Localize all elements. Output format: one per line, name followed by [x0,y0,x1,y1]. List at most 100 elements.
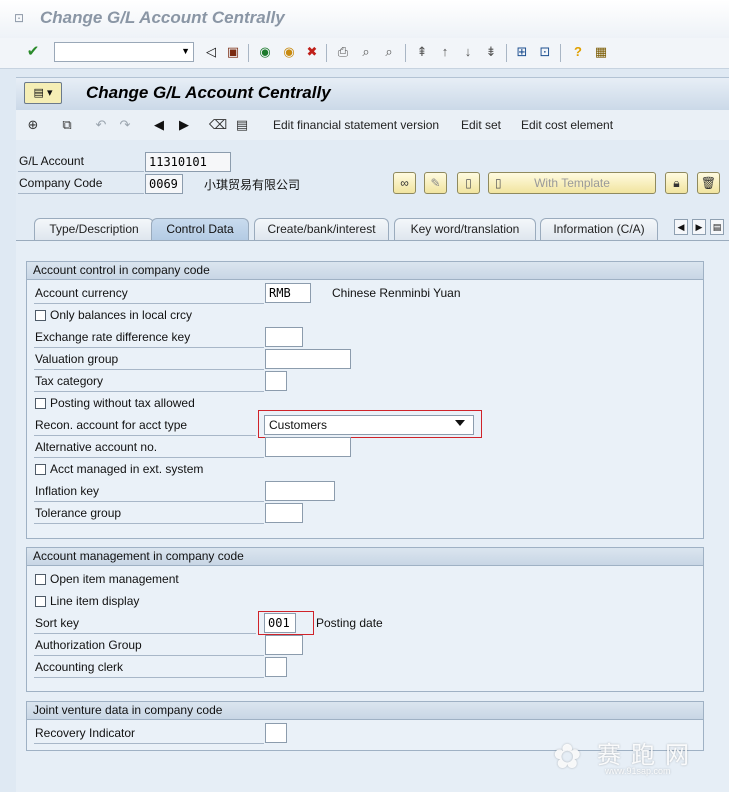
company-code-field[interactable]: 0069 [145,174,183,194]
next-page-icon[interactable]: ↓ [459,43,477,61]
window-menu-icon[interactable]: ⊡ [14,12,26,24]
customize-layout-icon[interactable]: ▦ [592,43,610,61]
back-icon[interactable]: ◉ [256,43,274,61]
lock-icon[interactable]: 🔒︎ [665,172,688,194]
sort-key-text: Posting date [316,616,383,630]
command-field[interactable]: ▼ [54,42,194,62]
trash-icon[interactable]: 🗑︎ [697,172,720,194]
posting-without-tax-label: Posting without tax allowed [50,396,195,410]
template-icon: ▯ [495,176,502,190]
account-control-title: Account control in company code [27,262,703,280]
account-currency-field[interactable]: RMB [265,283,311,303]
display-change-icon[interactable]: ⊕ [24,116,42,134]
window-title: Change G/L Account Centrally [40,8,285,27]
exit-icon[interactable]: ◉ [280,43,298,61]
company-name: 小琪贸易有限公司 [204,178,301,192]
recovery-field[interactable] [265,723,287,743]
system-toolbar: ✔ ▼ ◁ ▣ ◉ ◉ ✖ ⎙ ⌕ ⌕ ⇞ ↑ ↓ ⇟ ⊞ ⊡ ? ▦ [0,38,729,69]
gl-account-label: G/L Account [19,154,84,168]
enter-icon[interactable]: ✔ [24,43,42,61]
account-currency-label: Account currency [35,286,128,300]
redo-icon[interactable]: ↷ [116,116,134,134]
auth-group-field[interactable] [265,635,303,655]
with-template-label: With Template [534,176,610,190]
exchange-rate-label: Exchange rate difference key [35,330,191,344]
tolerance-group-label: Tolerance group [35,506,122,520]
other-object-icon[interactable]: ⧉ [58,116,76,134]
tab-scroll-right-icon[interactable]: ▶ [692,219,706,235]
acct-clerk-label: Accounting clerk [35,660,124,674]
tab-type-description[interactable]: Type/Description [34,218,154,240]
shortcut-icon[interactable]: ⊡ [536,43,554,61]
only-balances-checkbox[interactable] [35,310,46,321]
tolerance-group-field[interactable] [265,503,303,523]
help-icon[interactable]: ? [569,43,587,61]
tax-category-label: Tax category [35,374,104,388]
with-template-button[interactable]: ▯ With Template [488,172,656,194]
line-item-label: Line item display [50,594,140,608]
back-arrow-icon[interactable]: ◁ [202,43,220,61]
acct-managed-label: Acct managed in ext. system [50,462,204,476]
create-icon[interactable]: ▯ [457,172,480,194]
exchange-rate-field[interactable] [265,327,303,347]
delete-icon[interactable]: ⌫ [209,116,227,134]
tab-information-ca[interactable]: Information (C/A) [540,218,658,240]
account-currency-text: Chinese Renminbi Yuan [332,286,461,300]
tab-create-bank-interest[interactable]: Create/bank/interest [254,218,389,240]
valuation-group-field[interactable] [265,349,351,369]
cancel-icon[interactable]: ✖ [303,43,321,61]
recovery-label: Recovery Indicator [35,726,136,740]
pencil-icon[interactable]: ✎ [424,172,447,194]
posting-without-tax-checkbox[interactable] [35,398,46,409]
recon-account-label: Recon. account for acct type [35,418,188,432]
watermark-sub: www.91sap.com [605,766,671,776]
gl-account-field[interactable]: 11310101 [145,152,231,172]
acct-managed-checkbox[interactable] [35,464,46,475]
tab-control-data[interactable]: Control Data [151,218,249,240]
chevron-down-icon[interactable] [455,420,465,426]
last-page-icon[interactable]: ⇟ [482,43,500,61]
document-icon[interactable]: ▤ [233,116,251,134]
line-item-checkbox[interactable] [35,596,46,607]
chevron-down-icon[interactable]: ▼ [181,46,190,56]
application-toolbar: ⊕ ⧉ ↶ ↷ ◀ ▶ ⌫ ▤ Edit financial statement… [16,110,729,141]
undo-icon[interactable]: ↶ [92,116,110,134]
watermark-main: 赛跑网 [597,741,699,769]
next-icon[interactable]: ▶ [175,116,193,134]
edit-set-link[interactable]: Edit set [461,118,501,132]
only-balances-label: Only balances in local crcy [50,308,193,322]
tab-scroll-left-icon[interactable]: ◀ [674,219,688,235]
previous-page-icon[interactable]: ↑ [436,43,454,61]
account-mgmt-title: Account management in company code [27,548,703,566]
sort-key-field[interactable]: 001 [264,613,296,633]
watermark: ✿ 赛跑网 www.91sap.com [553,735,713,785]
alt-account-label: Alternative account no. [35,440,158,454]
open-item-label: Open item management [50,572,179,586]
recon-account-select[interactable]: Customers [264,415,474,435]
open-item-checkbox[interactable] [35,574,46,585]
watermark-logo-icon: ✿ [553,737,582,777]
inflation-key-field[interactable] [265,481,335,501]
title-bar: ⊡ Change G/L Account Centrally [0,0,729,39]
menu-button[interactable]: ▤ ▾ [24,82,62,104]
joint-venture-title: Joint venture data in company code [27,702,703,720]
edit-fs-version-link[interactable]: Edit financial statement version [273,118,439,132]
tab-list-icon[interactable]: ▤ [710,219,724,235]
previous-icon[interactable]: ◀ [150,116,168,134]
alt-account-field[interactable] [265,437,351,457]
find-icon[interactable]: ⌕ [357,43,375,61]
auth-group-label: Authorization Group [35,638,142,652]
create-session-icon[interactable]: ⊞ [513,43,531,61]
tab-key-word-translation[interactable]: Key word/translation [394,218,536,240]
sort-key-label: Sort key [35,616,80,630]
inflation-key-label: Inflation key [35,484,100,498]
print-icon[interactable]: ⎙ [334,43,352,61]
find-next-icon[interactable]: ⌕ [380,43,398,61]
edit-cost-element-link[interactable]: Edit cost element [521,118,613,132]
acct-clerk-field[interactable] [265,657,287,677]
glasses-icon[interactable]: ∞ [393,172,416,194]
first-page-icon[interactable]: ⇞ [413,43,431,61]
screen-header: ▤ ▾ Change G/L Account Centrally [16,77,729,111]
save-icon[interactable]: ▣ [224,43,242,61]
tax-category-field[interactable] [265,371,287,391]
